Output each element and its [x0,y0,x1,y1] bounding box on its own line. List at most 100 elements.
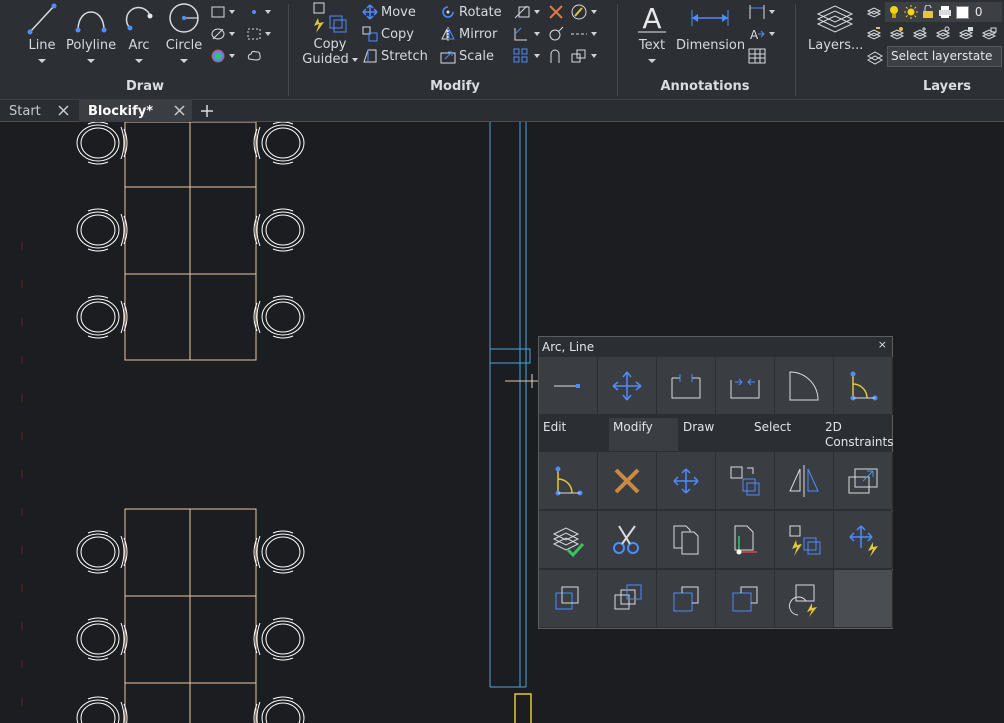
polyline-button[interactable]: Polyline [66,0,116,63]
quad-move-guided-tool[interactable] [834,511,893,569]
quad-tab-edit[interactable]: Edit [539,418,609,451]
circle-button[interactable]: Circle [164,0,204,63]
chair[interactable] [253,295,305,339]
delete-tool[interactable] [548,2,568,22]
quad-block-tool-2[interactable] [598,570,657,628]
quad-scale-tool[interactable] [834,452,893,510]
layer-off-icon[interactable] [935,26,951,42]
quad-block-tool-3[interactable] [657,570,716,628]
quad-cut-tool[interactable] [598,511,657,569]
revcloud-tool[interactable] [246,46,282,66]
line-button[interactable]: Line [22,0,62,63]
arc-button[interactable]: Arc [122,0,156,63]
quad-tab-2d-constraints[interactable]: 2D Constraints [821,418,893,451]
quad-tab-draw[interactable]: Draw [679,418,749,451]
quad-tab-select[interactable]: Select [750,418,820,451]
quad-paste-origin-tool[interactable] [716,511,775,569]
linear-dim-tool[interactable] [748,2,784,22]
text-button[interactable]: A Text [630,0,674,63]
join-tool[interactable] [548,24,568,44]
quad-paste-tool[interactable] [657,511,716,569]
quad-layer-tool[interactable] [539,511,598,569]
close-icon[interactable] [173,104,186,117]
quad-break-tool[interactable] [657,357,716,415]
chair[interactable] [76,617,128,661]
stretch-button[interactable]: Stretch [362,46,428,66]
layer-state-icon[interactable] [866,4,882,20]
layerstate-select[interactable]: Select layerstate [887,46,1002,67]
fillet-tool[interactable] [513,24,549,44]
tab-blockify[interactable]: Blockify* [79,100,192,122]
copy-button[interactable]: Copy [362,24,414,44]
move-icon [612,371,642,400]
quad-move-tool-2[interactable] [657,452,716,510]
new-tab-button[interactable] [194,100,220,122]
quad-line-tool[interactable] [539,357,598,415]
chevron-down-icon [38,59,46,63]
door-block[interactable] [514,693,532,723]
quad-empty-slot [834,570,893,628]
trim-tool[interactable] [513,2,549,22]
chevron-down-icon [87,59,95,63]
current-layer-dropdown[interactable]: 0 [884,2,1002,22]
quad-mirror-tool[interactable] [775,452,834,510]
layer-isolate-icon[interactable] [889,26,905,42]
quad-close-button[interactable]: × [878,338,887,351]
chair[interactable] [253,696,305,723]
layer-unlock-icon[interactable] [981,26,997,42]
chair[interactable] [76,208,128,252]
tab-start[interactable]: Start [0,100,76,122]
chair[interactable] [76,530,128,574]
array-tool[interactable] [513,46,549,66]
quad-block-tool-4[interactable] [716,570,775,628]
layer-previous-icon[interactable] [866,26,882,42]
table-tool[interactable] [748,46,784,66]
close-icon[interactable] [57,104,70,117]
rotate-button[interactable]: Rotate [440,2,502,22]
fillet-icon [555,466,583,495]
move-button[interactable]: Move [362,2,416,22]
chair[interactable] [76,122,128,165]
chair[interactable] [76,696,128,723]
mirror-button[interactable]: Mirror [440,24,497,44]
quad-join-tool[interactable] [716,357,775,415]
quad-fillet-tool[interactable] [834,357,893,415]
quad-copy-guided-tool[interactable] [775,511,834,569]
paste-icon [673,525,699,554]
quad-move-tool[interactable] [598,357,657,415]
text-style-tool[interactable]: A [748,24,784,44]
quad-block-tool-1[interactable] [539,570,598,628]
layer-state-manager-icon[interactable] [866,48,884,66]
table-upper[interactable] [124,122,257,361]
layer-freeze-icon[interactable] [912,26,928,42]
chair[interactable] [253,122,305,165]
chair[interactable] [253,617,305,661]
rectangle-tool[interactable] [210,2,246,22]
block-back-icon [614,584,642,609]
ellipse-tool[interactable] [210,24,246,44]
block-tool[interactable] [570,46,606,66]
hatch-tool[interactable] [210,46,246,66]
offset-tool[interactable] [548,46,568,66]
boundary-tool[interactable] [246,24,282,44]
quad-rotate-guided-tool[interactable] [775,570,834,628]
quad-fillet-tool-2[interactable] [539,452,598,510]
chair[interactable] [253,208,305,252]
linetype-tool[interactable] [570,24,606,44]
layers-button[interactable]: Layers... [808,0,863,53]
quad-copy-tool[interactable] [716,452,775,510]
dimension-button[interactable]: Dimension [676,0,745,53]
quad-tab-modify[interactable]: Modify [609,418,678,451]
chair[interactable] [253,530,305,574]
fillet-icon [514,27,527,41]
edit-tool[interactable] [570,2,606,22]
layer-lock-icon[interactable] [958,26,974,42]
point-tool[interactable] [246,2,282,22]
table-lower[interactable] [124,508,257,723]
quad-delete-tool[interactable] [598,452,657,510]
copy-guided-button[interactable]: Copy Guided [300,0,360,67]
wall[interactable] [489,122,531,688]
quad-arc-tool[interactable] [775,357,834,415]
chair[interactable] [76,295,128,339]
scale-button[interactable]: Scale [440,46,494,66]
